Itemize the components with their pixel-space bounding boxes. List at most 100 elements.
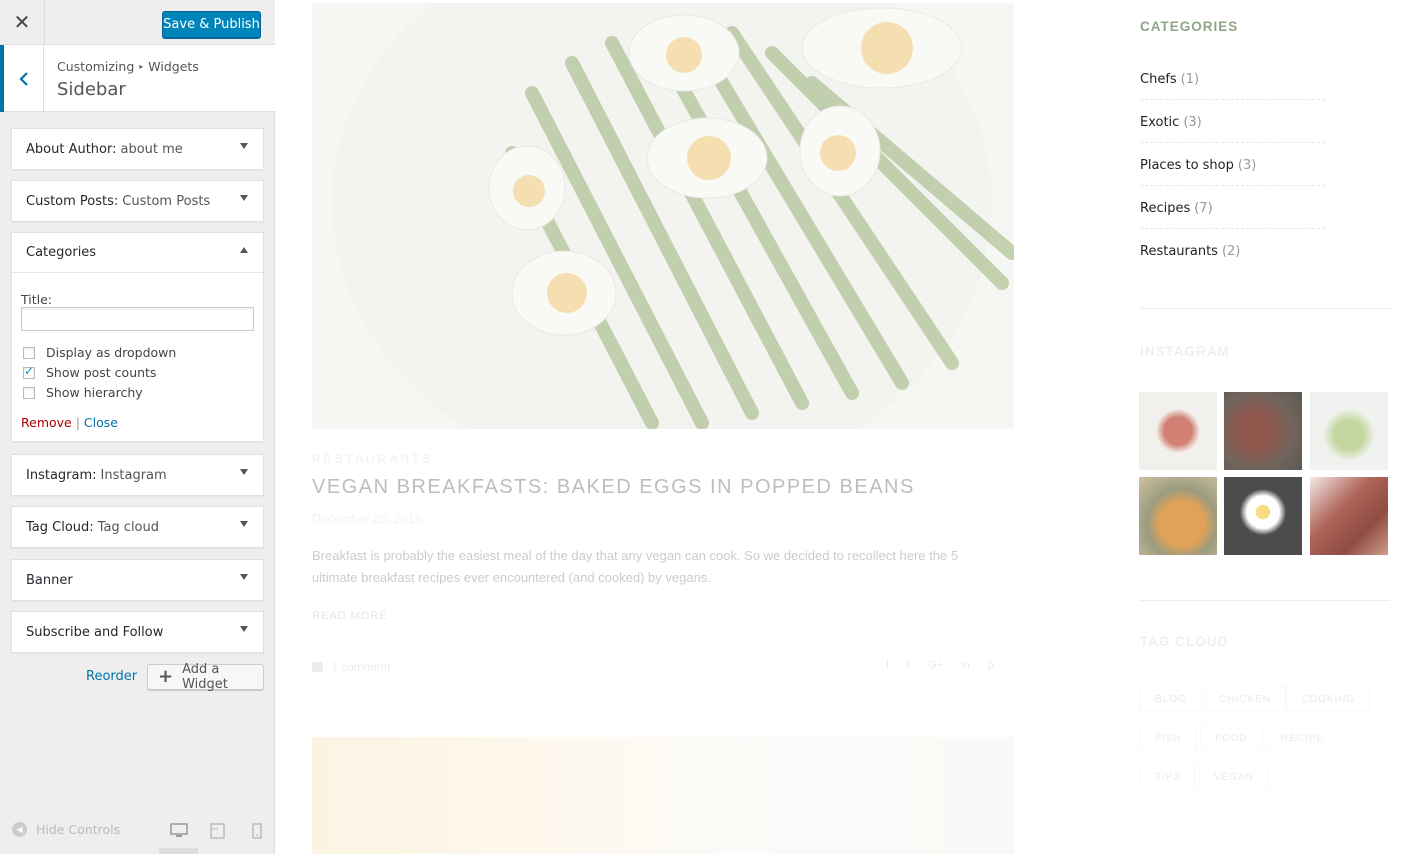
widget-header[interactable]: Subscribe and Follow	[12, 612, 263, 652]
breadcrumb-separator-icon: ▸	[139, 62, 144, 71]
post-title[interactable]: VEGAN BREAKFASTS: BAKED EGGS IN POPPED B…	[312, 476, 915, 499]
collapse-icon: ◀	[12, 822, 27, 837]
option-show-hierarchy[interactable]: Show hierarchy	[23, 385, 143, 400]
category-count: (1)	[1180, 72, 1200, 87]
comment-icon	[312, 662, 323, 672]
breadcrumb-root: Customizing	[57, 59, 135, 74]
tag[interactable]: VEGAN	[1199, 764, 1270, 790]
add-widget-button[interactable]: + Add a Widget	[147, 662, 264, 692]
breadcrumb-section: Widgets	[148, 59, 199, 74]
widget-title: Custom Posts	[122, 193, 211, 209]
widget-instagram[interactable]: Instagram: Instagram	[11, 454, 264, 496]
tag[interactable]: COOKING	[1286, 686, 1371, 712]
category-name[interactable]: Recipes	[1140, 201, 1190, 216]
widget-custom-posts[interactable]: Custom Posts: Custom Posts	[11, 180, 264, 222]
widget-tag-cloud[interactable]: Tag Cloud: Tag cloud	[11, 506, 264, 548]
comments-count: 1 comment	[331, 660, 391, 674]
widget-name: Custom Posts:	[26, 193, 119, 209]
instagram-photo[interactable]	[1310, 392, 1388, 470]
category-item[interactable]: Chefs (1)	[1140, 57, 1325, 100]
widget-header[interactable]: Categories	[12, 233, 263, 273]
save-publish-button[interactable]: Save & Publish	[162, 11, 261, 38]
next-post-image[interactable]	[312, 737, 1014, 854]
instagram-photo[interactable]	[1310, 477, 1388, 555]
category-name[interactable]: Restaurants	[1140, 244, 1218, 259]
read-more-link[interactable]: READ MORE	[312, 610, 388, 622]
option-show-post-counts[interactable]: Show post counts	[23, 364, 157, 380]
reorder-link[interactable]: Reorder	[86, 669, 137, 684]
option-display-dropdown[interactable]: Display as dropdown	[23, 345, 176, 360]
widget-title: Tag cloud	[97, 519, 159, 535]
category-name[interactable]: Chefs	[1140, 72, 1177, 87]
widget-banner[interactable]: Banner	[11, 559, 264, 601]
instagram-photo[interactable]	[1224, 477, 1302, 555]
title-input[interactable]	[21, 307, 254, 331]
close-customizer-button[interactable]: ✕	[0, 0, 45, 45]
option-label: Show post counts	[46, 365, 157, 380]
category-item[interactable]: Restaurants (2)	[1140, 229, 1325, 272]
hide-controls-button[interactable]: ◀ Hide Controls	[12, 822, 120, 837]
expand-arrow-icon[interactable]	[240, 195, 248, 201]
expand-arrow-icon[interactable]	[240, 521, 248, 527]
tag[interactable]: TIPS	[1140, 764, 1197, 790]
option-label: Display as dropdown	[46, 345, 177, 360]
widget-about-author[interactable]: About Author: about me	[11, 128, 264, 170]
customizer-panel: ✕ Save & Publish Customizing ▸ Widgets Sid…	[0, 0, 275, 854]
google-plus-icon[interactable]: G+	[928, 659, 943, 671]
divider	[1140, 600, 1390, 601]
widget-categories: Categories Title: Display as dropdown Sh…	[11, 232, 264, 442]
widget-name: Instagram:	[26, 467, 97, 483]
expand-arrow-icon[interactable]	[240, 626, 248, 632]
comments-link[interactable]: 1 comment	[312, 660, 390, 674]
categories-heading: CATEGORIES	[1140, 19, 1239, 34]
tablet-icon[interactable]	[209, 823, 227, 839]
dropdown-checkbox[interactable]	[23, 346, 35, 359]
tag[interactable]: BLOG	[1140, 686, 1202, 712]
widget-name: Categories	[26, 245, 97, 260]
category-item[interactable]: Exotic (3)	[1140, 100, 1325, 143]
category-count: (2)	[1221, 244, 1241, 259]
widget-header[interactable]: Banner	[12, 560, 263, 600]
remove-link[interactable]: Remove	[21, 415, 72, 430]
widget-header[interactable]: Custom Posts: Custom Posts	[12, 181, 263, 221]
divider	[1140, 308, 1390, 309]
desktop-icon[interactable]	[170, 823, 188, 839]
pinterest-icon[interactable]: p	[988, 659, 994, 671]
category-item[interactable]: Recipes (7)	[1140, 186, 1325, 229]
instagram-heading: INSTAGRAM	[1140, 344, 1230, 359]
widget-header[interactable]: Tag Cloud: Tag cloud	[12, 507, 263, 547]
mobile-icon[interactable]	[248, 823, 266, 839]
widget-header[interactable]: About Author: about me	[12, 129, 263, 169]
widget-header[interactable]: Instagram: Instagram	[12, 455, 263, 495]
category-item[interactable]: Places to shop (3)	[1140, 143, 1325, 186]
category-count: (7)	[1194, 201, 1213, 216]
linkedin-icon[interactable]: in	[961, 659, 970, 671]
facebook-icon[interactable]: f	[886, 659, 889, 671]
hierarchy-checkbox[interactable]	[23, 386, 35, 399]
category-name[interactable]: Places to shop	[1140, 158, 1234, 173]
expand-arrow-icon[interactable]	[240, 574, 248, 580]
category-name[interactable]: Exotic	[1140, 115, 1179, 130]
instagram-photo[interactable]	[1139, 392, 1217, 470]
twitter-icon[interactable]: t	[907, 659, 910, 671]
instagram-photo[interactable]	[1139, 477, 1217, 555]
instagram-photo[interactable]	[1224, 392, 1302, 470]
close-link[interactable]: Close	[84, 415, 118, 430]
expand-arrow-icon[interactable]	[240, 469, 248, 475]
action-separator: |	[75, 415, 80, 430]
tag[interactable]: RECIPE	[1266, 725, 1340, 751]
expand-arrow-icon[interactable]	[240, 143, 248, 149]
tag[interactable]: CHICKEN	[1204, 686, 1287, 712]
post-featured-image[interactable]	[312, 3, 1014, 429]
widget-subscribe-follow[interactable]: Subscribe and Follow	[11, 611, 264, 653]
post-category[interactable]: RESTAURANTS	[312, 452, 433, 466]
back-button[interactable]	[0, 45, 44, 112]
tag[interactable]: FISH	[1140, 725, 1197, 751]
post-counts-checkbox[interactable]	[23, 364, 35, 379]
collapse-arrow-icon[interactable]	[240, 247, 248, 253]
widget-name: Subscribe and Follow	[26, 624, 164, 640]
close-icon: ✕	[13, 12, 31, 34]
tag[interactable]: FOOD	[1200, 725, 1263, 751]
active-device-indicator	[159, 848, 198, 854]
chevron-left-icon	[18, 71, 28, 86]
